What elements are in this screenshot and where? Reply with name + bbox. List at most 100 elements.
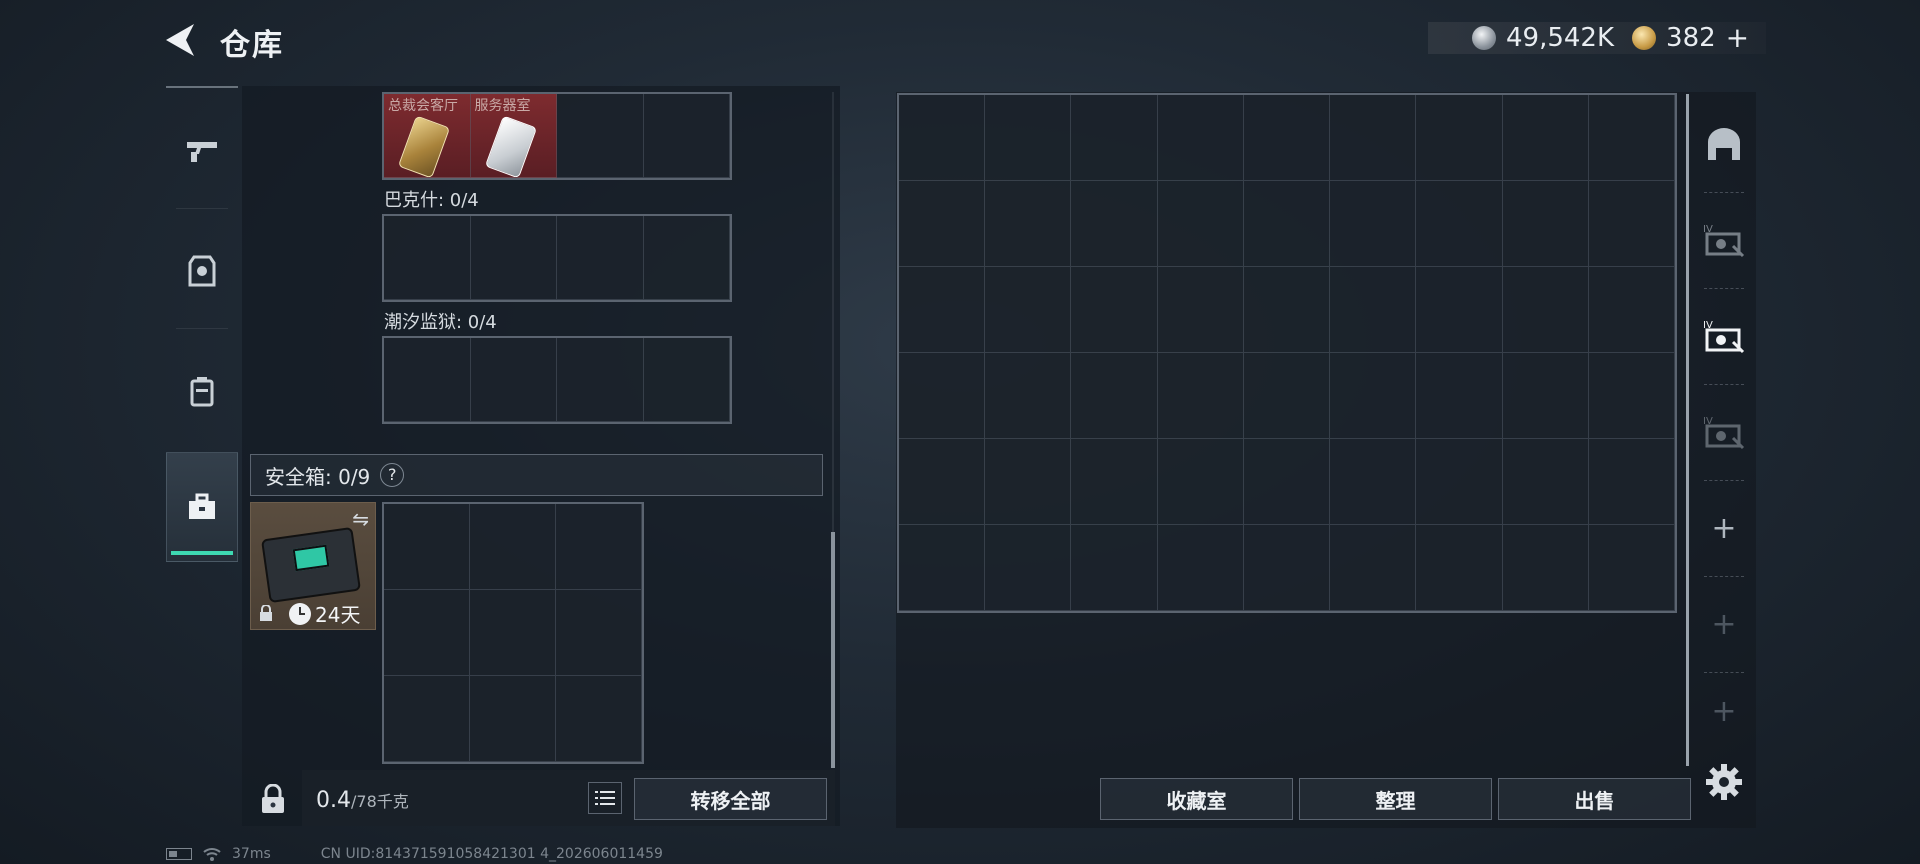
empty-slot[interactable] <box>556 504 642 590</box>
empty-slot[interactable] <box>470 590 556 676</box>
stash-slot[interactable] <box>1588 525 1675 611</box>
stash-slot[interactable] <box>985 353 1072 439</box>
stash-slot[interactable] <box>1157 439 1244 525</box>
stash-slot[interactable] <box>1330 525 1417 611</box>
empty-slot[interactable] <box>384 590 470 676</box>
stash-slot[interactable] <box>899 439 986 525</box>
stash-slot[interactable] <box>899 181 986 267</box>
transfer-all-button[interactable]: 转移全部 <box>634 778 827 820</box>
stash-slot[interactable] <box>1502 95 1589 181</box>
stash-slot[interactable] <box>1243 525 1331 611</box>
stash-slot[interactable] <box>1588 181 1675 267</box>
sell-button[interactable]: 出售 <box>1498 778 1691 820</box>
stash-slot[interactable] <box>1330 95 1417 181</box>
empty-slot[interactable] <box>557 216 644 300</box>
currency-bar: 49,542K 382 + <box>1428 22 1766 54</box>
empty-slot[interactable] <box>384 216 471 300</box>
stash-slot[interactable] <box>1243 439 1331 525</box>
stash-slot[interactable] <box>899 95 986 181</box>
keycard-item[interactable]: 服务器室 <box>470 94 557 178</box>
stash-tab-1[interactable]: IV <box>1692 192 1756 288</box>
stash-slot[interactable] <box>1416 525 1503 611</box>
empty-slot[interactable] <box>643 338 730 422</box>
stash-slot[interactable] <box>1502 525 1589 611</box>
list-view-button[interactable] <box>588 782 622 814</box>
empty-slot[interactable] <box>643 216 730 300</box>
stash-slot[interactable] <box>1588 353 1675 439</box>
nav-item-weapons[interactable] <box>166 96 238 206</box>
empty-slot[interactable] <box>643 94 730 178</box>
stash-tab-main[interactable] <box>1692 96 1756 192</box>
stash-slot[interactable] <box>1243 181 1331 267</box>
empty-slot[interactable] <box>470 216 557 300</box>
stash-slot[interactable] <box>985 267 1072 353</box>
empty-slot[interactable] <box>556 676 642 762</box>
weight-lock-button[interactable] <box>250 776 296 822</box>
add-currency-button[interactable]: + <box>1726 24 1749 52</box>
stash-tab-3[interactable]: IV <box>1692 384 1756 480</box>
empty-slot[interactable] <box>384 676 470 762</box>
stash-slot[interactable] <box>985 439 1072 525</box>
add-stash-tab-button[interactable]: + <box>1692 480 1756 576</box>
stash-slot[interactable] <box>1416 95 1503 181</box>
stash-slot[interactable] <box>1588 439 1675 525</box>
stash-slot[interactable] <box>1071 95 1158 181</box>
keycard-item[interactable]: 总裁会客厅 <box>384 94 471 178</box>
settings-button[interactable] <box>1704 762 1744 802</box>
stash-slot[interactable] <box>1416 267 1503 353</box>
empty-slot[interactable] <box>557 338 644 422</box>
empty-slot[interactable] <box>470 676 556 762</box>
stash-tab-2[interactable]: IV <box>1692 288 1756 384</box>
empty-slot[interactable] <box>557 94 644 178</box>
safebox-item[interactable]: ⇋ 24天 <box>250 502 376 630</box>
stash-slot[interactable] <box>1071 267 1158 353</box>
nav-item-armor[interactable] <box>166 216 238 326</box>
stash-slot[interactable] <box>1416 439 1503 525</box>
swap-icon[interactable]: ⇋ <box>352 507 369 531</box>
stash-slot[interactable] <box>1071 525 1158 611</box>
stash-slot[interactable] <box>1502 353 1589 439</box>
stash-slot[interactable] <box>1157 181 1244 267</box>
stash-slot[interactable] <box>1157 95 1244 181</box>
stash-slot[interactable] <box>985 525 1072 611</box>
stash-slot[interactable] <box>985 95 1072 181</box>
stash-slot[interactable] <box>1502 267 1589 353</box>
stash-slot[interactable] <box>1243 353 1331 439</box>
stash-slot[interactable] <box>1416 353 1503 439</box>
nav-item-backpack[interactable] <box>166 336 238 446</box>
stash-slot[interactable] <box>899 267 986 353</box>
stash-slot[interactable] <box>1157 267 1244 353</box>
stash-slot[interactable] <box>1502 181 1589 267</box>
stash-slot[interactable] <box>1330 267 1417 353</box>
stash-slot[interactable] <box>1071 439 1158 525</box>
stash-slot[interactable] <box>899 353 986 439</box>
empty-slot[interactable] <box>470 338 557 422</box>
collection-room-button[interactable]: 收藏室 <box>1100 778 1293 820</box>
stash-slot[interactable] <box>1330 353 1417 439</box>
help-icon[interactable]: ? <box>380 463 405 487</box>
stash-slot[interactable] <box>1330 181 1417 267</box>
stash-slot[interactable] <box>1588 267 1675 353</box>
stash-slot[interactable] <box>1243 267 1331 353</box>
nav-item-safebox[interactable] <box>166 452 238 562</box>
sort-button[interactable]: 整理 <box>1299 778 1492 820</box>
empty-slot[interactable] <box>384 504 470 590</box>
stash-slot[interactable] <box>1416 181 1503 267</box>
stash-slot[interactable] <box>899 525 986 611</box>
back-button[interactable] <box>160 18 204 62</box>
scrollbar-thumb[interactable] <box>1686 94 1689 766</box>
stash-slot[interactable] <box>985 181 1072 267</box>
empty-slot[interactable] <box>556 590 642 676</box>
stash-slot[interactable] <box>1502 439 1589 525</box>
stash-slot[interactable] <box>1071 181 1158 267</box>
safebox-grid <box>382 502 644 764</box>
stash-slot[interactable] <box>1157 353 1244 439</box>
stash-slot[interactable] <box>1330 439 1417 525</box>
stash-slot[interactable] <box>1588 95 1675 181</box>
stash-slot[interactable] <box>1157 525 1244 611</box>
empty-slot[interactable] <box>470 504 556 590</box>
scrollbar-thumb[interactable] <box>831 532 835 768</box>
stash-slot[interactable] <box>1243 95 1331 181</box>
empty-slot[interactable] <box>384 338 471 422</box>
stash-slot[interactable] <box>1071 353 1158 439</box>
